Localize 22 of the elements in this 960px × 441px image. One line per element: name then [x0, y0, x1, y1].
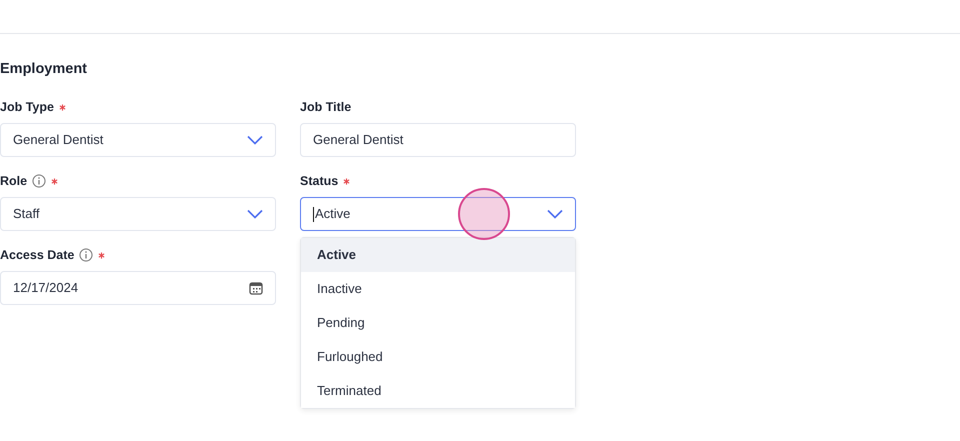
- info-icon[interactable]: [32, 174, 46, 188]
- info-icon[interactable]: [79, 248, 94, 262]
- field-label: Access Date: [0, 246, 74, 264]
- field-label: Status: [300, 172, 338, 190]
- dropdown-option[interactable]: Furloughed: [301, 340, 575, 374]
- dropdown-option[interactable]: Pending: [301, 306, 575, 340]
- calendar-icon[interactable]: [249, 281, 263, 295]
- field-label: Role: [0, 172, 28, 190]
- caret-icon: [247, 209, 263, 219]
- field-label: Job Type: [0, 98, 54, 116]
- select-field[interactable]: General Dentist: [0, 123, 276, 157]
- input-field[interactable]: General Dentist: [300, 123, 576, 157]
- field-label: Job Title: [300, 98, 352, 116]
- dropdown-option[interactable]: Inactive: [301, 272, 575, 306]
- select-field[interactable]: Active: [300, 197, 576, 231]
- dropdown-option[interactable]: Active: [301, 238, 575, 272]
- caret-icon: [547, 209, 563, 219]
- dropdown-option[interactable]: Terminated: [301, 374, 575, 408]
- section-title: Employment: [0, 60, 88, 79]
- select-field[interactable]: Staff: [0, 197, 276, 231]
- date-field[interactable]: 12/17/2024: [0, 271, 276, 305]
- caret-icon: [247, 135, 263, 145]
